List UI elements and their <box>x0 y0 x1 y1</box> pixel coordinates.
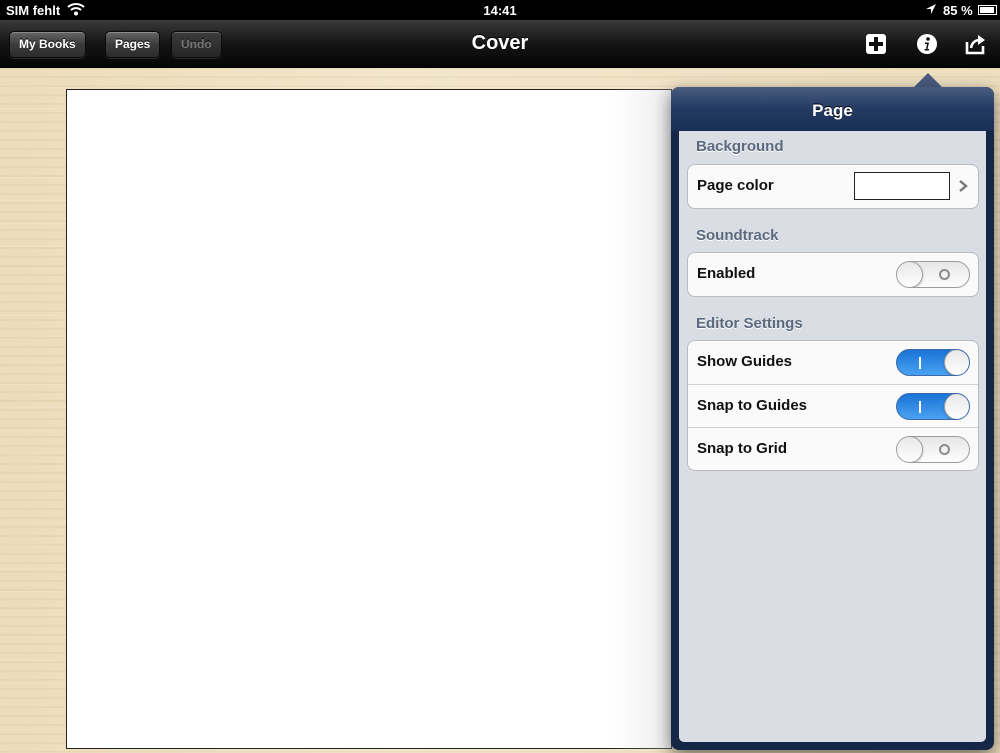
page-color-label: Page color <box>697 177 774 194</box>
snap-to-guides-label: Snap to Guides <box>697 397 808 414</box>
add-icon[interactable] <box>865 33 887 55</box>
chevron-right-icon <box>959 180 968 192</box>
enabled-switch[interactable] <box>896 261 970 288</box>
section-header-editor-settings: Editor Settings <box>696 315 803 332</box>
page-title: Cover <box>471 32 529 54</box>
enabled-cell: Enabled <box>688 253 978 296</box>
snap-to-guides-cell: Snap to Guides <box>688 384 978 427</box>
battery-icon <box>978 5 997 15</box>
popover-arrow <box>913 73 943 88</box>
nav-bar: My Books Pages Undo Cover <box>0 20 1000 68</box>
section-header-background: Background <box>696 138 784 155</box>
info-icon[interactable] <box>916 33 938 55</box>
editor-settings-group: Show Guides Snap to Guides Snap to Grid <box>687 340 979 471</box>
popover-header: Page <box>671 87 994 131</box>
share-icon[interactable] <box>964 33 986 55</box>
clock: 14:41 <box>483 3 517 18</box>
page-canvas[interactable] <box>66 89 672 749</box>
status-bar: SIM fehlt 14:41 85 % <box>0 0 1000 20</box>
background-group: Page color <box>687 164 979 209</box>
show-guides-cell: Show Guides <box>688 341 978 384</box>
battery-percent: 85 % <box>943 3 973 18</box>
page-color-swatch[interactable] <box>854 172 950 200</box>
section-header-soundtrack: Soundtrack <box>696 227 779 244</box>
snap-to-guides-switch[interactable] <box>896 393 970 420</box>
enabled-label: Enabled <box>697 265 756 282</box>
snap-to-grid-label: Snap to Grid <box>697 440 787 457</box>
show-guides-switch[interactable] <box>896 349 970 376</box>
soundtrack-group: Enabled <box>687 252 979 297</box>
page-color-cell[interactable]: Page color <box>688 165 978 208</box>
snap-to-grid-switch[interactable] <box>896 436 970 463</box>
show-guides-label: Show Guides <box>697 353 793 370</box>
location-icon <box>926 4 936 14</box>
popover-title: Page <box>812 101 853 120</box>
popover-body: Background Page color Soundtrack Enabled… <box>679 131 986 742</box>
page-settings-popover: Page Background Page color Soundtrack En… <box>671 87 994 750</box>
snap-to-grid-cell: Snap to Grid <box>688 427 978 470</box>
page-shadow <box>610 89 680 749</box>
